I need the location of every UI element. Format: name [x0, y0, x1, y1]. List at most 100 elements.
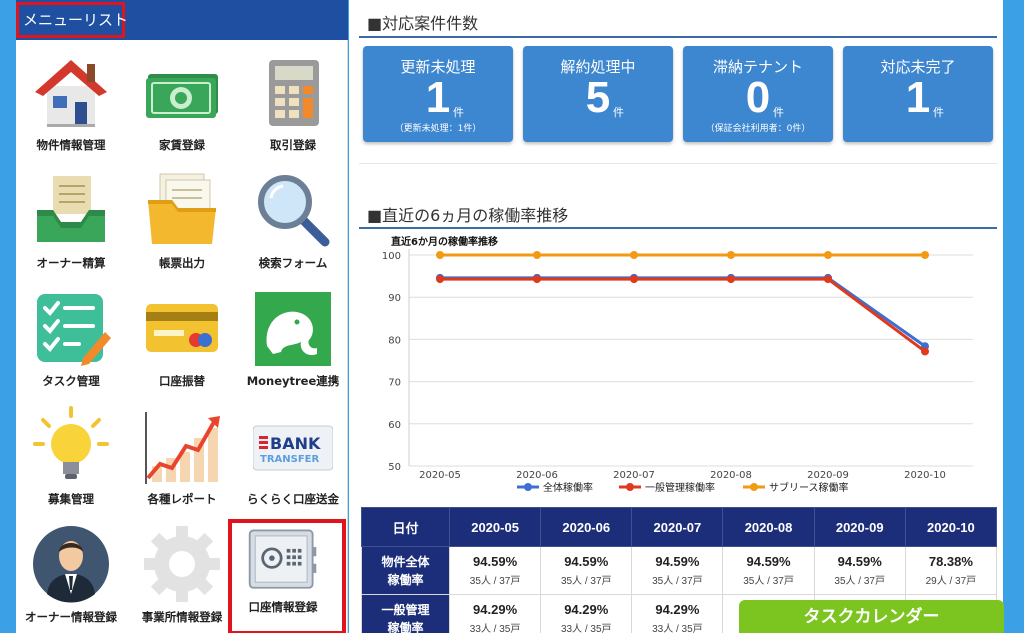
cell-detail: 35人 / 37戸	[743, 576, 794, 587]
menu-item-property-info[interactable]: 物件情報管理	[16, 44, 126, 162]
chart-legend-marker	[626, 483, 634, 491]
elephant-icon	[255, 292, 331, 366]
case-card-unit: 件	[933, 106, 944, 119]
chart-point	[436, 275, 444, 284]
table-cell: 94.29% 33人 / 35戸	[448, 594, 542, 633]
cell-detail: 33人 / 35戸	[560, 624, 612, 633]
case-card-unit: 件	[613, 106, 624, 119]
chart-y-tick-label: 60	[388, 420, 401, 431]
menu-item-label: らくらく口座送金	[247, 492, 339, 506]
cell-detail: 29人 / 37戸	[925, 576, 977, 587]
menu-item-task-management[interactable]: タスク管理	[16, 280, 126, 398]
table-cell: 94.59% 35人 / 37戸	[722, 546, 815, 595]
menu-item-label: Moneytree連携	[246, 374, 340, 388]
cell-detail: 33人 / 35戸	[652, 624, 703, 633]
chart-point	[533, 275, 541, 284]
chart-x-tick-label: 2020-10	[904, 470, 946, 481]
chart-x-tick-label: 2020-07	[613, 470, 655, 481]
transfer-text: TRANSFER	[260, 454, 319, 465]
chart-x-tick-label: 2020-09	[807, 470, 849, 481]
menu-item-recruitment[interactable]: 募集管理	[16, 398, 126, 516]
chart-legend-marker	[750, 483, 758, 491]
businessman-avatar-icon	[33, 526, 109, 603]
menu-item-label: 取引登録	[270, 138, 316, 152]
cell-detail: 35人 / 37戸	[560, 576, 612, 587]
row-header-line2: 稼働率	[387, 572, 424, 587]
chart-series-line	[440, 277, 926, 353]
chart-legend-label: 一般管理稼働率	[645, 481, 715, 494]
menu-item-transaction[interactable]: 取引登録	[238, 44, 348, 162]
chart-x-tick-label: 2020-06	[516, 470, 558, 481]
growth-chart-icon	[145, 412, 220, 484]
chart-point	[824, 251, 832, 259]
menu-item-search-form[interactable]: 検索フォーム	[238, 162, 348, 280]
bank-text: BANK	[270, 434, 321, 453]
menu-item-account-info[interactable]: 口座情報登録	[228, 519, 346, 633]
task-calendar-button[interactable]: タスクカレンダー	[739, 600, 1004, 633]
menu-item-reports[interactable]: 各種レポート	[127, 398, 237, 516]
table-header-month: 2020-08	[722, 507, 815, 547]
chart-title: 直近6か月の稼働率推移	[391, 235, 498, 248]
cell-percent: 94.29%	[473, 602, 518, 617]
chart-point	[824, 275, 832, 284]
chart-y-tick-label: 50	[388, 462, 401, 473]
case-card-count: 1	[905, 73, 931, 122]
case-card-unit: 件	[453, 106, 464, 119]
cell-percent: 94.59%	[473, 554, 518, 569]
table-header-month: 2020-05	[448, 507, 542, 547]
table-header-month: 2020-07	[631, 507, 724, 547]
menu-item-label: タスク管理	[42, 374, 100, 388]
section-divider	[359, 227, 997, 229]
menu-item-label: 物件情報管理	[36, 138, 106, 152]
menu-item-label: 募集管理	[48, 492, 94, 506]
chart-point	[921, 251, 929, 259]
menu-item-report-output[interactable]: 帳票出力	[127, 162, 237, 280]
chart-legend-label: サブリース稼働率	[769, 481, 849, 494]
table-cell: 94.59% 35人 / 37戸	[813, 546, 906, 595]
cell-percent: 78.38%	[928, 554, 973, 569]
menu-item-owner-info[interactable]: オーナー情報登録	[16, 516, 126, 633]
calculator-icon	[269, 60, 319, 126]
case-card-cancellation[interactable]: 解約処理中 5 件	[523, 46, 673, 142]
table-header-row: 日付 2020-05 2020-06 2020-07 2020-08 2020-…	[361, 507, 998, 547]
table-cell: 94.29% 33人 / 35戸	[540, 594, 633, 633]
menu-item-owner-settlement[interactable]: オーナー精算	[16, 162, 126, 280]
cell-percent: 94.59%	[837, 554, 882, 569]
menu-item-label: 口座情報登録	[248, 600, 318, 614]
cell-percent: 94.59%	[564, 554, 609, 569]
cell-detail: 33人 / 35戸	[469, 624, 521, 633]
case-card-renewal[interactable]: 更新未処理 1 件 （更新未処理：1件）	[363, 46, 513, 142]
menu-item-moneytree[interactable]: Moneytree連携	[238, 280, 348, 398]
table-cell: 94.59% 35人 / 37戸	[540, 546, 633, 595]
row-header: 物件全体 稼働率	[361, 546, 450, 595]
menu-header: メニューリスト	[16, 0, 348, 40]
cell-percent: 94.29%	[655, 602, 700, 617]
bank-transfer-icon: BANK TRANSFER	[253, 425, 333, 471]
case-card-delinquent[interactable]: 滞納テナント 0 件 （保証会社利用者：0件）	[683, 46, 833, 142]
menu-item-easy-remittance[interactable]: BANK TRANSFER らくらく口座送金	[238, 398, 348, 516]
menu-item-office-info[interactable]: 事業所情報登録	[127, 516, 237, 633]
cases-section-title: ■対応案件件数	[367, 14, 479, 33]
chart-y-tick-label: 70	[388, 378, 401, 389]
chart-y-tick-label: 90	[388, 293, 401, 304]
menu-item-label: オーナー精算	[36, 256, 106, 270]
inbox-tray-icon	[37, 176, 105, 242]
menu-item-rent[interactable]: 家賃登録	[127, 44, 237, 162]
case-card-incomplete[interactable]: 対応未完了 1 件	[843, 46, 993, 142]
case-card-count: 0	[745, 73, 771, 122]
case-card-count: 5	[585, 73, 611, 122]
menu-item-label: 各種レポート	[147, 492, 217, 506]
occupancy-line-chart: 直近6か月の稼働率推移 50 60 70 80 90 100 2020-05 2020-06 20…	[382, 235, 973, 494]
checklist-icon	[37, 294, 111, 366]
row-header: 一般管理 稼働率	[361, 594, 450, 633]
chart-x-tick-label: 2020-08	[710, 470, 752, 481]
menu-title: メニューリスト	[16, 2, 128, 38]
menu-item-account-transfer[interactable]: 口座振替	[127, 280, 237, 398]
chart-y-tick-label: 100	[382, 251, 401, 262]
case-card-count: 1	[425, 73, 451, 122]
row-header-line1: 一般管理	[381, 602, 430, 617]
case-card-sub: （保証会社利用者：0件）	[705, 124, 811, 134]
chart-y-tick-label: 80	[388, 335, 401, 346]
menu-item-label: 帳票出力	[159, 256, 205, 270]
cell-percent: 94.29%	[564, 602, 609, 617]
